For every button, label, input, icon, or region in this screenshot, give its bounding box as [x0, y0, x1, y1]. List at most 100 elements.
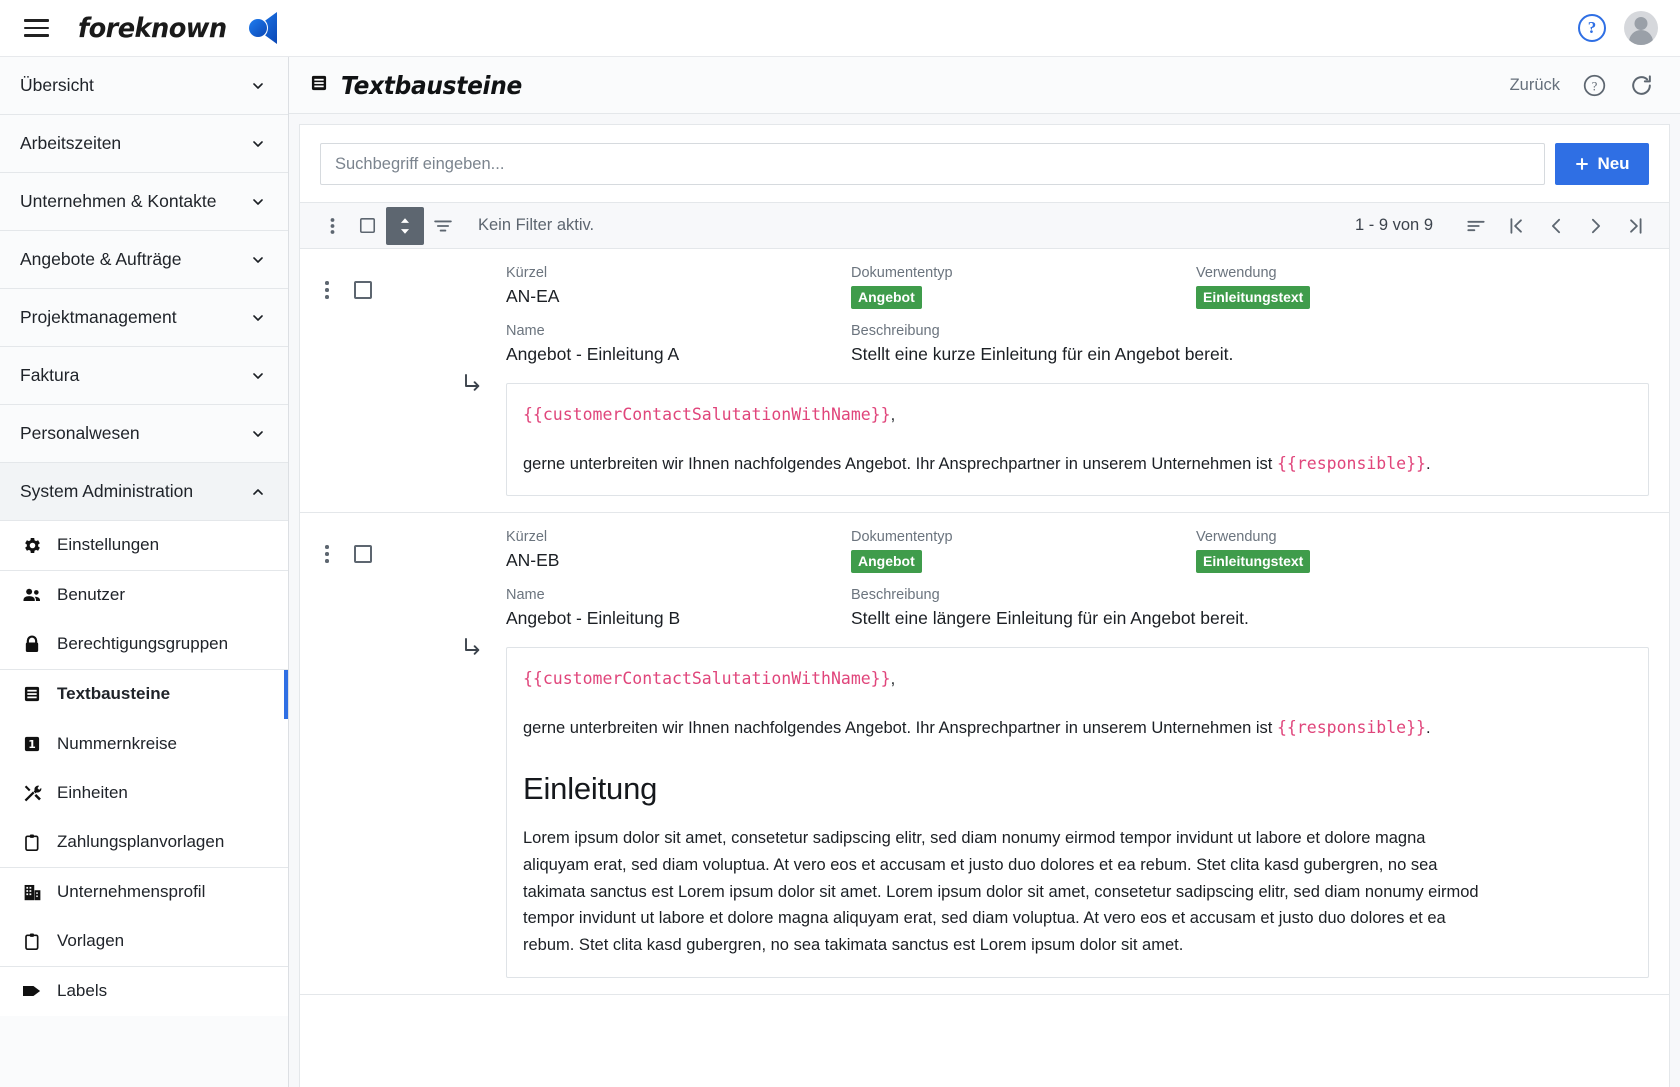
prev-page-button[interactable]	[1537, 207, 1575, 245]
field-label: Dokumententyp	[851, 529, 953, 546]
sub-arrow-icon	[461, 371, 485, 400]
text-block-icon	[20, 684, 44, 704]
row-meta-grid: Kürzel AN-EA Dokumententyp Angebot Verwe…	[506, 265, 1649, 365]
filter-icon[interactable]	[424, 207, 462, 245]
sidebar-item-nummernkreise[interactable]: 1 Nummernkreise	[0, 719, 288, 769]
refresh-icon[interactable]	[1629, 73, 1654, 98]
new-button[interactable]: Neu	[1555, 143, 1649, 185]
last-page-button[interactable]	[1617, 207, 1655, 245]
template-preview: {{customerContactSalutationWithName}}, g…	[506, 647, 1649, 978]
select-all-checkbox[interactable]	[348, 207, 386, 245]
template-paragraph-line: gerne unterbreiten wir Ihnen nachfolgend…	[523, 715, 1630, 742]
row-checkbox[interactable]	[354, 281, 372, 299]
sort-lines-icon[interactable]	[1457, 207, 1495, 245]
sidebar-group-label: Faktura	[20, 365, 80, 385]
sidebar-group-label: Übersicht	[20, 75, 94, 95]
sidebar-group-faktura[interactable]: Faktura	[0, 347, 288, 405]
field-value: Stellt eine kurze Einleitung für ein Ang…	[851, 344, 1234, 364]
svg-text:1: 1	[28, 738, 36, 751]
field-label: Verwendung	[1196, 529, 1277, 546]
field-value: AN-EB	[506, 550, 560, 571]
sidebar-item-label: Vorlagen	[57, 931, 125, 951]
sidebar-group-arbeitszeiten[interactable]: Arbeitszeiten	[0, 115, 288, 173]
paragraph-prefix: gerne unterbreiten wir Ihnen nachfolgend…	[523, 454, 1277, 473]
placeholder-token: {{responsible}}	[1276, 717, 1426, 737]
sidebar-item-benutzer[interactable]: Benutzer	[0, 570, 288, 620]
list-toolbar: Kein Filter aktiv. 1 - 9 von 9	[300, 202, 1669, 249]
sidebar-group-unternehmen-kontakte[interactable]: Unternehmen & Kontakte	[0, 173, 288, 231]
search-row: Neu	[300, 125, 1669, 202]
chevron-down-icon	[253, 82, 263, 89]
first-page-button[interactable]	[1497, 207, 1535, 245]
help-circle-icon[interactable]: ?	[1582, 73, 1607, 98]
sidebar-item-zahlungsplanvorlagen[interactable]: Zahlungsplanvorlagen	[0, 818, 288, 868]
sidebar-item-textbausteine[interactable]: Textbausteine	[0, 669, 288, 719]
more-vertical-icon[interactable]	[316, 207, 348, 245]
field-value: Angebot - Einleitung B	[506, 608, 681, 629]
status-badge: Angebot	[851, 550, 922, 574]
page-title: Textbausteine	[341, 70, 523, 100]
sidebar-group-uebersicht[interactable]: Übersicht	[0, 57, 288, 115]
row-body: Kürzel AN-EA Dokumententyp Angebot Verwe…	[506, 265, 1649, 497]
hamburger-line	[23, 19, 49, 22]
placeholder-token: {{responsible}}	[1276, 453, 1426, 473]
chevron-down-icon	[253, 256, 263, 263]
text-block-icon	[309, 73, 329, 98]
field-label: Name	[506, 323, 545, 339]
page-title-wrapper: Textbausteine	[309, 71, 536, 100]
sidebar-item-label: Textbausteine	[57, 684, 171, 704]
sidebar-group-projektmanagement[interactable]: Projektmanagement	[0, 289, 288, 347]
brand-name: foreknown	[78, 12, 227, 44]
sidebar-item-label: Benutzer	[57, 585, 126, 605]
placeholder-token: {{customerContactSalutationWithName}}	[523, 669, 891, 689]
sidebar-item-einheiten[interactable]: Einheiten	[0, 768, 288, 818]
sidebar-group-personalwesen[interactable]: Personalwesen	[0, 405, 288, 463]
row-more-vertical-icon[interactable]	[318, 281, 336, 299]
chevron-down-icon	[253, 140, 263, 147]
field-dokumententyp: Dokumententyp Angebot	[851, 265, 1196, 309]
avatar[interactable]	[1624, 11, 1658, 45]
search-input[interactable]	[320, 143, 1545, 185]
chevron-down-icon	[253, 430, 263, 437]
sidebar-group-label: Angebote & Aufträge	[20, 249, 182, 269]
sort-updown-toggle[interactable]	[386, 206, 424, 245]
sidebar-item-label: Einheiten	[57, 783, 128, 803]
sidebar-item-label: Unternehmensprofil	[57, 882, 206, 902]
sidebar-group-system-administration[interactable]: System Administration	[0, 463, 288, 521]
salutation-suffix: ,	[890, 406, 896, 424]
sidebar-group-label: Personalwesen	[20, 423, 140, 443]
sidebar: Übersicht Arbeitszeiten Unternehmen & Ko…	[0, 57, 289, 1087]
field-label: Dokumententyp	[851, 265, 953, 281]
sidebar-item-labels[interactable]: Labels	[0, 966, 288, 1016]
help-circle-icon[interactable]: ?	[1578, 14, 1606, 42]
table-row[interactable]: Kürzel AN-EA Dokumententyp Angebot Verwe…	[300, 249, 1669, 514]
sidebar-item-berechtigungsgruppen[interactable]: Berechtigungsgruppen	[0, 620, 288, 670]
row-checkbox[interactable]	[354, 545, 372, 564]
content-scroll-area[interactable]: Neu	[289, 114, 1680, 1087]
page-header: Textbausteine Zurück ?	[289, 57, 1680, 114]
back-button[interactable]: Zurück	[1510, 76, 1560, 95]
status-badge: Einleitungstext	[1196, 550, 1311, 574]
next-page-button[interactable]	[1577, 207, 1615, 245]
row-body: Kürzel AN-EB Dokumententyp Angebot Verwe…	[506, 529, 1649, 978]
row-more-vertical-icon[interactable]	[318, 545, 336, 563]
tag-icon	[20, 982, 44, 1000]
kebab-dot	[325, 288, 329, 292]
avatar-head	[1634, 17, 1648, 30]
sidebar-item-einstellungen[interactable]: Einstellungen	[0, 521, 288, 571]
paragraph-suffix: .	[1425, 454, 1431, 473]
body-wrapper: Übersicht Arbeitszeiten Unternehmen & Ko…	[0, 57, 1680, 1087]
sidebar-item-label: Einstellungen	[57, 535, 160, 555]
placeholder-token: {{customerContactSalutationWithName}}	[523, 405, 891, 424]
table-row[interactable]: Kürzel AN-EB Dokumententyp Angebot Verwe…	[300, 513, 1669, 995]
plus-icon	[1576, 158, 1589, 170]
sidebar-item-vorlagen[interactable]: Vorlagen	[0, 917, 288, 967]
brand-logo[interactable]: foreknown	[78, 11, 280, 45]
hamburger-menu-icon[interactable]	[16, 8, 56, 48]
pagination-count: 1 - 9 von 9	[1355, 216, 1433, 234]
sidebar-item-label: Berechtigungsgruppen	[57, 634, 229, 654]
top-bar-actions: ?	[1578, 11, 1658, 45]
sidebar-item-unternehmensprofil[interactable]: Unternehmensprofil	[0, 867, 288, 917]
sidebar-group-angebote-auftraege[interactable]: Angebote & Aufträge	[0, 231, 288, 289]
